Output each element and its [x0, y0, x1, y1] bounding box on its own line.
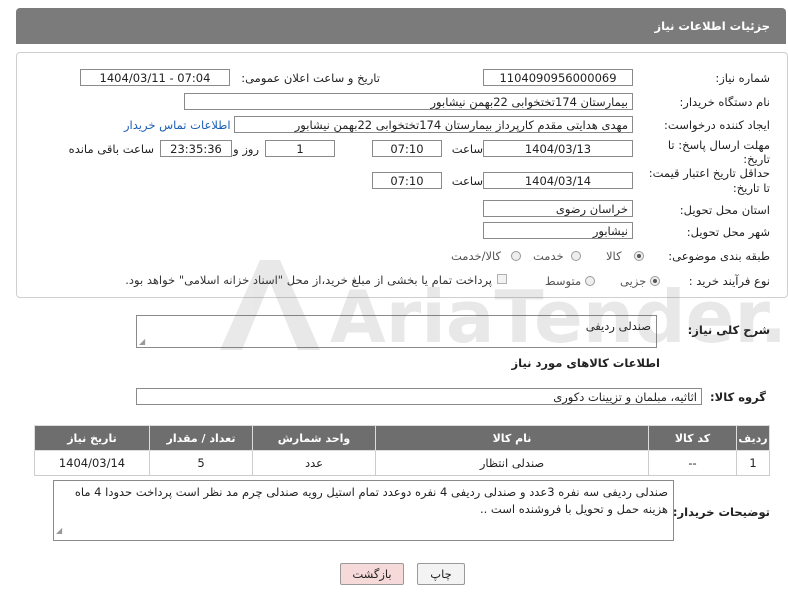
category-service-label: خدمت	[533, 249, 564, 263]
deadline-time-field: 07:10	[372, 140, 442, 157]
creator-field: مهدی هدایتی مقدم کارپرداز بیمارستان 174ت…	[234, 116, 633, 133]
validity-label-2: تا تاریخ:	[732, 181, 770, 195]
goods-section-title: اطلاعات کالاهای مورد نیاز	[511, 356, 660, 370]
col-unit: واحد شمارش	[252, 425, 376, 451]
deadline-date-field: 1404/03/13	[483, 140, 633, 157]
category-goods-service-radio[interactable]	[511, 251, 521, 261]
resize-grip-icon[interactable]: ◢	[139, 337, 145, 346]
process-medium-radio[interactable]	[585, 276, 595, 286]
deadline-label-2: تاریخ:	[743, 152, 770, 166]
description-field: صندلی ردیفی ◢	[136, 315, 657, 348]
description-text: صندلی ردیفی	[585, 319, 651, 333]
buyer-org-label: نام دستگاه خریدار:	[679, 95, 770, 109]
validity-date-field: 1404/03/14	[483, 172, 633, 189]
process-minor-label: جزیی	[620, 274, 647, 288]
cell-row: 1	[736, 450, 770, 476]
goods-group-field: اثاثیه، مبلمان و تزیینات دکوری	[136, 388, 702, 405]
remaining-label: ساعت باقی مانده	[68, 142, 154, 156]
category-label: طبقه بندی موضوعی:	[668, 249, 770, 263]
announce-label: تاریخ و ساعت اعلان عمومی:	[241, 71, 380, 85]
buyer-contact-link[interactable]: اطلاعات تماس خریدار	[124, 118, 231, 132]
process-medium-label: متوسط	[545, 274, 582, 288]
col-need-date: تاریخ نیاز	[34, 425, 150, 451]
print-button[interactable]: چاپ	[417, 563, 465, 585]
buyer-notes-text: صندلی ردیفی سه نفره 3عدد و صندلی ردیفی 4…	[74, 485, 668, 516]
city-field: نیشابور	[483, 222, 633, 239]
deadline-label: مهلت ارسال پاسخ: تا	[667, 138, 770, 152]
description-label: شرح کلی نیاز:	[687, 323, 770, 337]
table-row: 1 -- صندلی انتظار عدد 5 1404/03/14	[34, 450, 770, 476]
goods-group-label: گروه کالا:	[710, 390, 766, 404]
buyer-org-field: بیمارستان 174تختخوابی 22بهمن نیشابور	[184, 93, 633, 110]
cell-unit: عدد	[252, 450, 376, 476]
buyer-notes-label: توضیحات خریدار:	[672, 505, 770, 519]
province-field: خراسان رضوی	[483, 200, 633, 217]
province-label: استان محل تحویل:	[679, 203, 770, 217]
treasury-payment-note: پرداخت تمام یا بخشی از مبلغ خرید،از محل …	[125, 273, 492, 287]
category-goods-radio[interactable]	[634, 251, 644, 261]
category-goods-label: کالا	[606, 249, 622, 263]
cell-name: صندلی انتظار	[375, 450, 649, 476]
col-name: نام کالا	[375, 425, 649, 451]
city-label: شهر محل تحویل:	[686, 225, 770, 239]
time-remaining-field: 23:35:36	[160, 140, 232, 157]
cell-need-date: 1404/03/14	[34, 450, 150, 476]
back-button[interactable]: بازگشت	[340, 563, 404, 585]
treasury-payment-checkbox[interactable]	[497, 274, 507, 284]
deadline-time-label: ساعت	[451, 142, 483, 156]
cell-quantity: 5	[149, 450, 253, 476]
col-row: ردیف	[736, 425, 770, 451]
days-label: روز و	[233, 142, 259, 156]
page-title: جزئیات اطلاعات نیاز	[654, 19, 770, 33]
days-remaining-field: 1	[265, 140, 335, 157]
process-minor-radio[interactable]	[650, 276, 660, 286]
validity-label: حداقل تاریخ اعتبار قیمت:	[648, 166, 770, 180]
buyer-notes-field: صندلی ردیفی سه نفره 3عدد و صندلی ردیفی 4…	[53, 480, 674, 541]
need-number-field: 1104090956000069	[483, 69, 633, 86]
page-header: جزئیات اطلاعات نیاز	[16, 8, 786, 44]
announce-field: 1404/03/11 - 07:04	[80, 69, 230, 86]
col-code: کد کالا	[648, 425, 737, 451]
category-goods-service-label: کالا/خدمت	[451, 249, 502, 263]
need-number-label: شماره نیاز:	[715, 71, 770, 85]
creator-label: ایجاد کننده درخواست:	[664, 118, 770, 132]
category-service-radio[interactable]	[571, 251, 581, 261]
validity-time-field: 07:10	[372, 172, 442, 189]
resize-grip-icon[interactable]: ◢	[56, 522, 62, 539]
col-quantity: تعداد / مقدار	[149, 425, 253, 451]
process-label: نوع فرآیند خرید :	[688, 274, 770, 288]
goods-table: ردیف کد کالا نام کالا واحد شمارش تعداد /…	[34, 425, 770, 476]
cell-code: --	[648, 450, 737, 476]
validity-time-label: ساعت	[451, 174, 483, 188]
